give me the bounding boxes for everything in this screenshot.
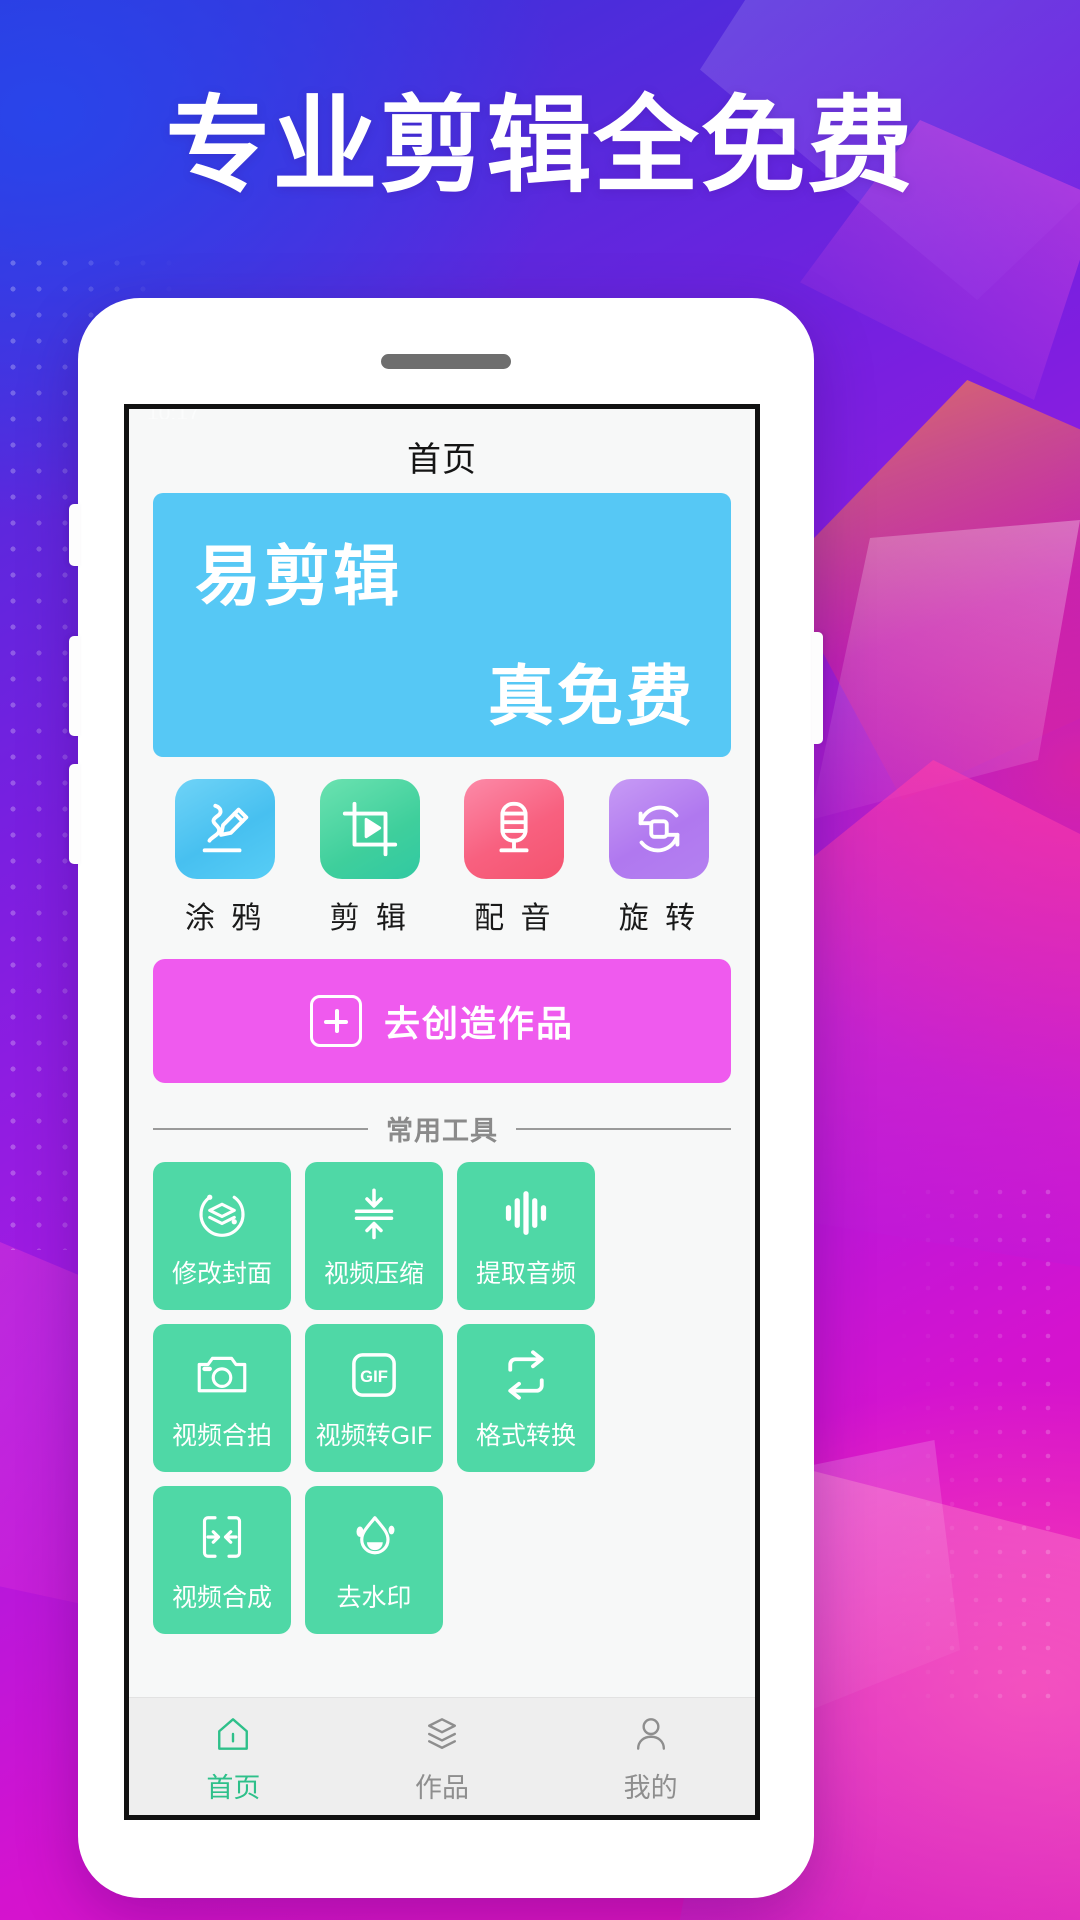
status-bar: 10:17	[129, 409, 755, 419]
status-bar-time: 10:17	[147, 409, 200, 419]
create-work-button[interactable]: 去创造作品	[153, 959, 731, 1083]
tool-format-convert[interactable]: 格式转换	[457, 1324, 595, 1472]
phone-screen: 10:17 首页 易剪辑 真免费	[124, 404, 760, 1820]
app-navbar: 首页	[129, 419, 755, 493]
tool-label: 提取音频	[475, 1260, 576, 1288]
phone-side-button	[69, 636, 80, 736]
tool-label: 视频合成	[171, 1584, 272, 1612]
tool-label: 视频压缩	[323, 1260, 424, 1288]
phone-mockup: 10:17 首页 易剪辑 真免费	[69, 298, 823, 1898]
quick-actions-row: 涂 鸦 剪 辑 配 音 旋 转	[153, 757, 731, 937]
promo-poster: 专业剪辑全免费 10:17 首页 易剪辑 真免费	[0, 0, 1080, 1920]
decorative-shard	[780, 380, 1080, 800]
tab-mine[interactable]: 我的	[546, 1708, 755, 1805]
tool-change-cover[interactable]: 修改封面	[153, 1162, 291, 1310]
tool-video-duet[interactable]: 视频合拍	[153, 1324, 291, 1472]
layers-circle-icon	[194, 1182, 250, 1244]
page-title: 首页	[407, 440, 477, 479]
tab-works[interactable]: 作品	[338, 1708, 547, 1805]
quick-action-label: 涂 鸦	[184, 902, 266, 935]
tab-label: 作品	[415, 1773, 469, 1803]
convert-loop-icon	[498, 1344, 554, 1406]
svg-text:GIF: GIF	[360, 1367, 388, 1386]
person-icon	[546, 1708, 755, 1760]
tool-label: 视频合拍	[171, 1422, 272, 1450]
app-content: 易剪辑 真免费 涂 鸦 剪 辑 配 音 旋 转 去创造作品 常用工具 修改封面 …	[129, 493, 755, 1697]
tool-label: 去水印	[336, 1584, 412, 1612]
waveform-icon	[498, 1182, 554, 1244]
compress-icon	[346, 1182, 402, 1244]
decorative-shard	[810, 520, 1080, 820]
bottom-tabbar: 首页 作品 我的	[129, 1697, 755, 1815]
quick-action-doodle[interactable]: 涂 鸦	[159, 779, 291, 937]
section-divider: 常用工具	[153, 1109, 731, 1148]
quick-action-voiceover[interactable]: 配 音	[448, 779, 580, 937]
tools-grid: 修改封面 视频压缩 提取音频 视频合拍 GIF 视频转GIF 格式转换 视频合成…	[153, 1162, 731, 1634]
layers-icon	[338, 1708, 547, 1760]
tab-label: 我的	[623, 1773, 678, 1803]
hero-banner[interactable]: 易剪辑 真免费	[153, 493, 731, 757]
create-work-label: 去创造作品	[383, 1003, 574, 1044]
tool-extract-audio[interactable]: 提取音频	[457, 1162, 595, 1310]
quick-action-label: 剪 辑	[329, 902, 410, 935]
merge-arrows-icon	[194, 1506, 250, 1568]
tab-home[interactable]: 首页	[129, 1708, 338, 1805]
section-title: 常用工具	[386, 1116, 498, 1146]
quick-action-label: 配 音	[474, 902, 555, 935]
water-drop-icon	[346, 1506, 402, 1568]
phone-side-button	[69, 764, 80, 864]
tool-label: 格式转换	[475, 1422, 576, 1450]
tool-video-to-gif[interactable]: GIF 视频转GIF	[305, 1324, 443, 1472]
phone-earpiece	[381, 354, 511, 369]
quick-action-label: 旋 转	[618, 902, 700, 935]
camera-icon	[194, 1344, 250, 1406]
microphone-icon	[464, 779, 565, 879]
poster-headline: 专业剪辑全免费	[165, 88, 915, 205]
crop-play-icon	[319, 779, 420, 879]
tab-label: 首页	[206, 1773, 261, 1803]
quick-action-rotate[interactable]: 旋 转	[593, 779, 725, 937]
gif-icon: GIF	[346, 1344, 402, 1406]
rotate-icon	[608, 779, 709, 879]
tool-label: 修改封面	[171, 1260, 272, 1288]
tool-video-merge[interactable]: 视频合成	[153, 1486, 291, 1634]
plus-square-icon	[309, 995, 362, 1047]
halftone-dots	[892, 1180, 1052, 1700]
hero-banner-line2: 真免费	[488, 659, 695, 733]
doodle-pen-icon	[175, 779, 275, 879]
tool-video-compress[interactable]: 视频压缩	[305, 1162, 443, 1310]
tool-remove-watermark[interactable]: 去水印	[305, 1486, 443, 1634]
quick-action-clip[interactable]: 剪 辑	[304, 779, 436, 937]
home-icon	[129, 1708, 338, 1760]
divider-line	[516, 1127, 731, 1130]
phone-side-button	[69, 504, 80, 566]
phone-side-button	[812, 632, 823, 744]
divider-line	[153, 1127, 368, 1130]
tool-label: 视频转GIF	[315, 1422, 433, 1450]
hero-banner-line1: 易剪辑	[195, 539, 402, 613]
